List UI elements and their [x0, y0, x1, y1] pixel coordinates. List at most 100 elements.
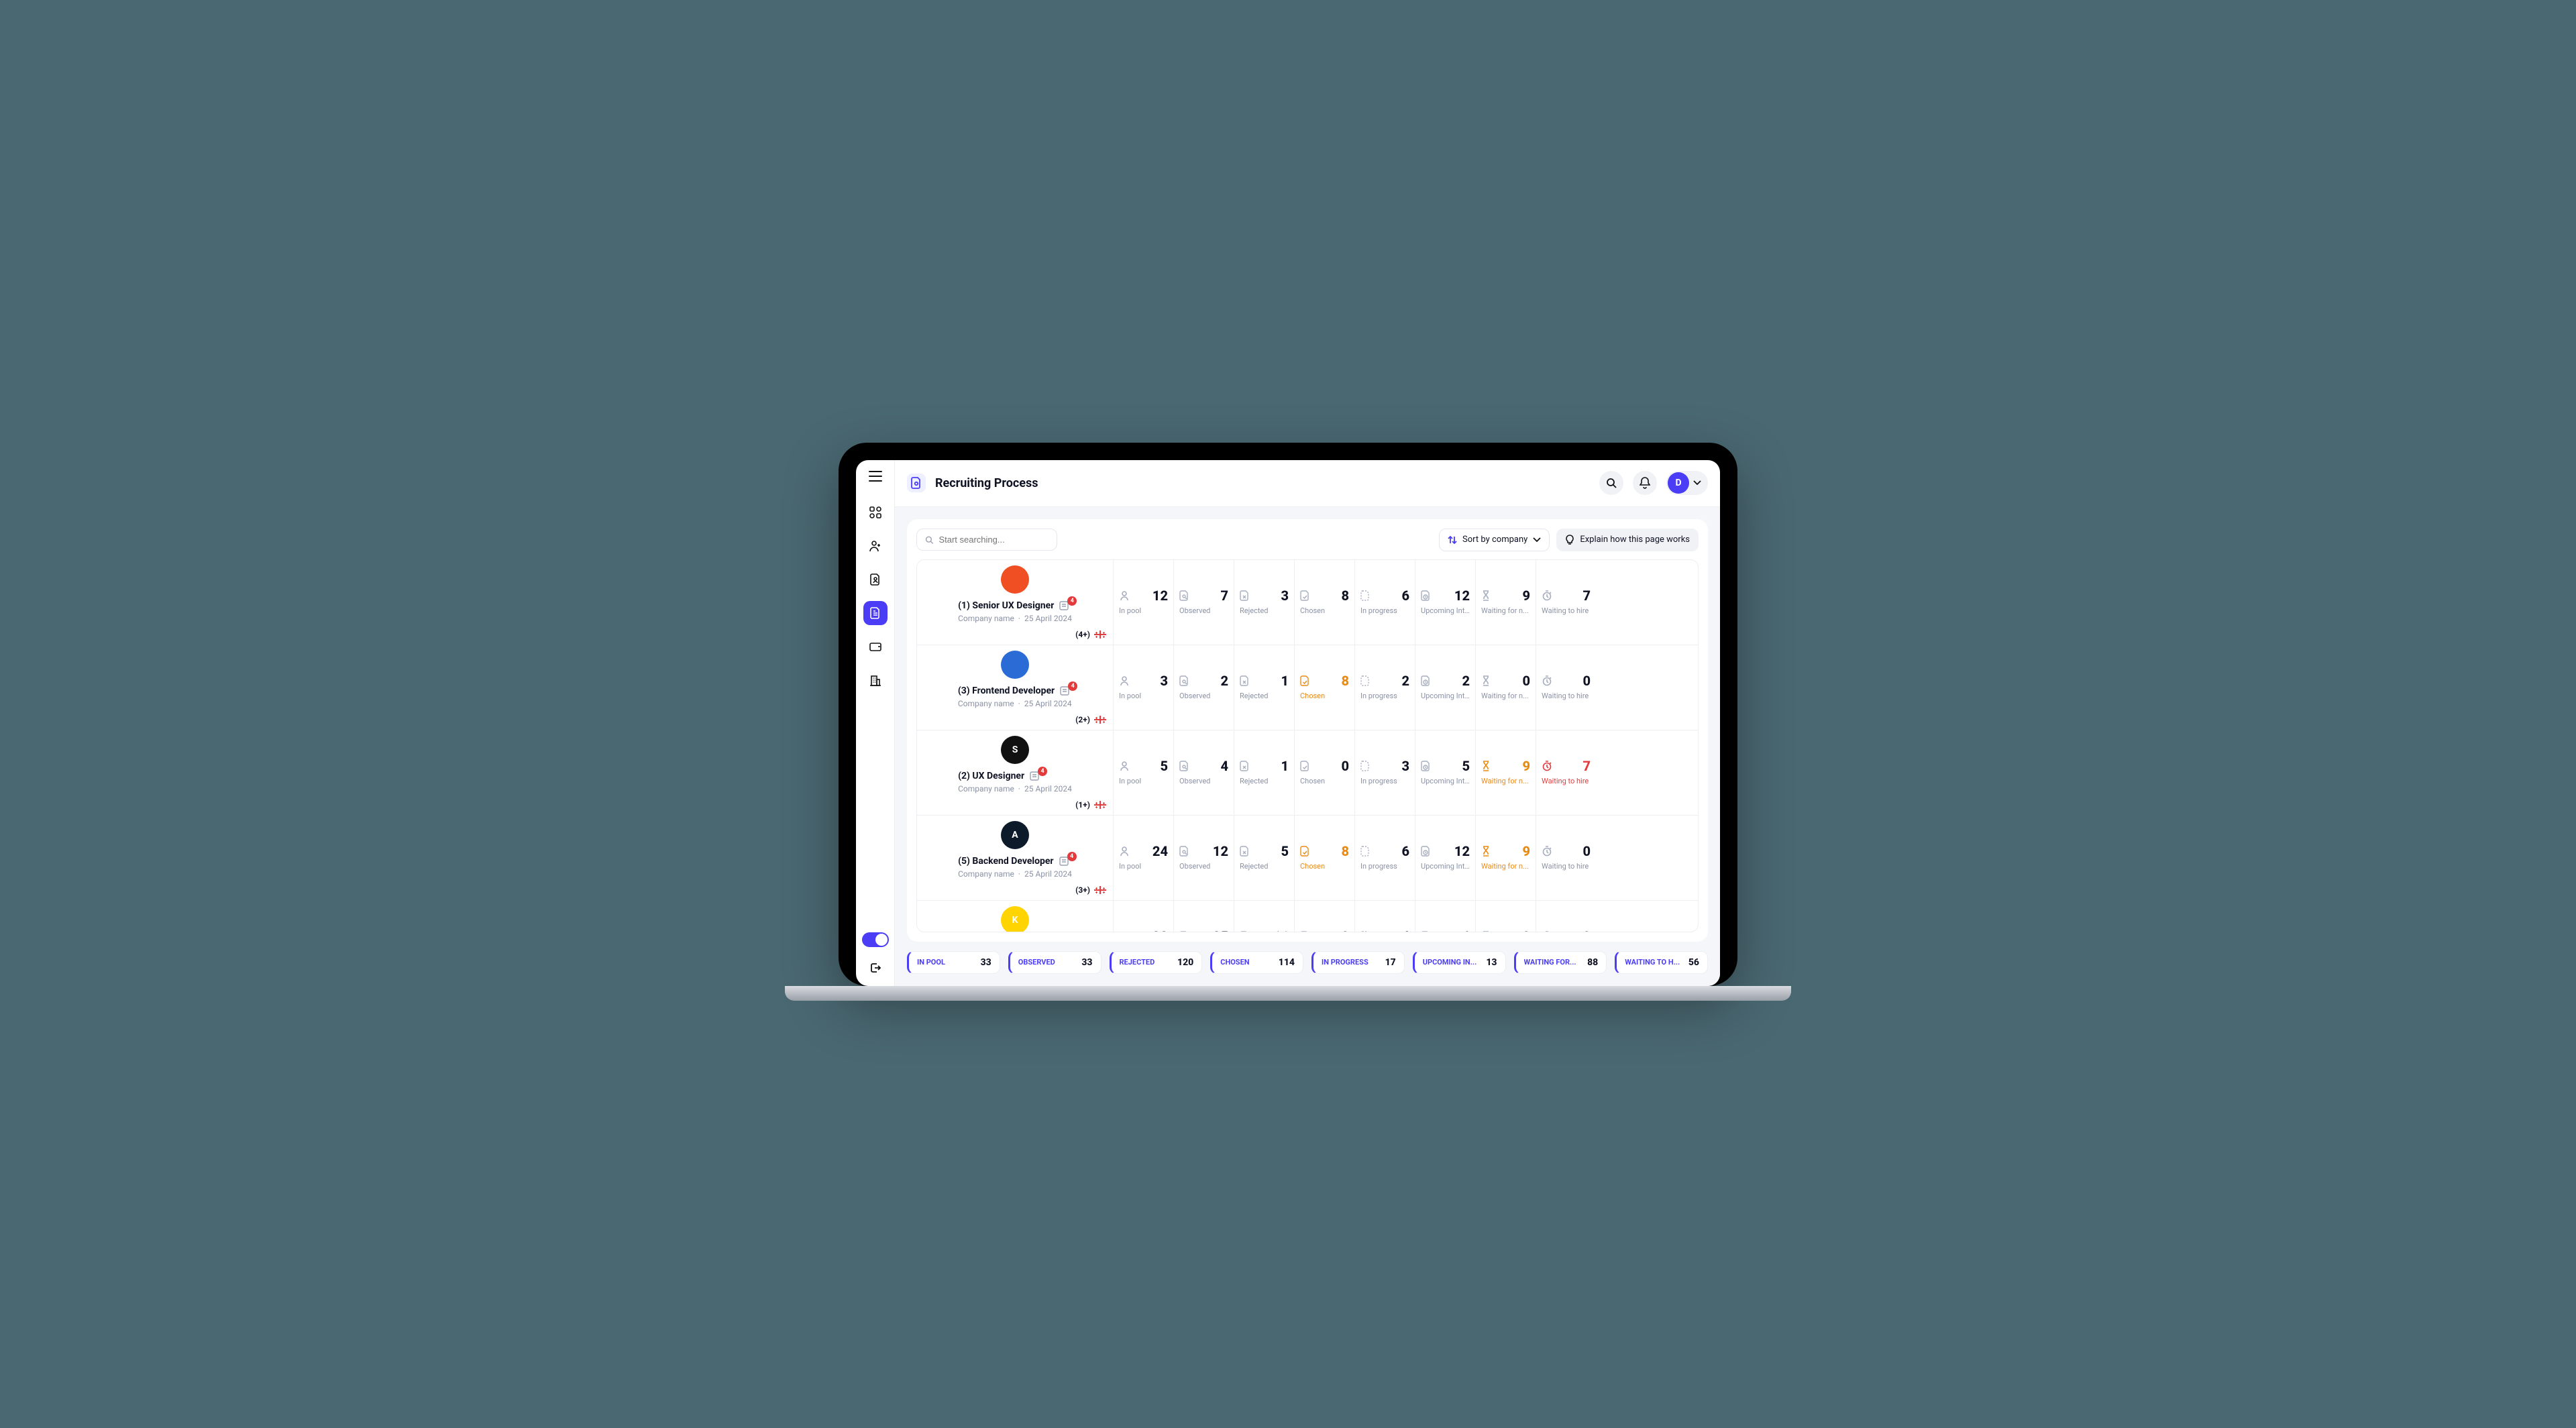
status-cell[interactable]: 3 Rejected	[1234, 560, 1294, 645]
status-cell[interactable]: 12 Observed	[1173, 816, 1234, 900]
status-icon	[1300, 675, 1309, 686]
notes-icon[interactable]: 4	[1030, 771, 1042, 781]
status-count: 7	[1220, 588, 1228, 604]
status-cell[interactable]: 4 In progress	[1354, 901, 1415, 932]
status-cell[interactable]: 0 Waiting to hire	[1536, 816, 1596, 900]
footer-stat[interactable]: REJECTED120	[1110, 951, 1203, 974]
sort-label: Sort by company	[1462, 535, 1527, 545]
search-input[interactable]	[938, 535, 1049, 545]
sort-icon	[1448, 535, 1457, 545]
status-cell[interactable]: 3 In pool	[1113, 645, 1173, 730]
status-cell[interactable]: 5 Upcoming Int...	[1415, 730, 1475, 815]
footer-stat[interactable]: WAITING FOR...88	[1514, 951, 1607, 974]
status-cell[interactable]: 7 Waiting to hire	[1536, 730, 1596, 815]
status-cell[interactable]: 6 In progress	[1354, 560, 1415, 645]
company-logo: A	[1001, 821, 1029, 849]
notes-icon[interactable]: 4	[1059, 857, 1071, 866]
table-row[interactable]: K (3) Fullstack Developer 4 Company name…	[917, 901, 1698, 932]
status-cell[interactable]: 6 In progress	[1354, 816, 1415, 900]
footer-stat[interactable]: UPCOMING IN...13	[1413, 951, 1506, 974]
status-cell[interactable]: 9 Waiting for n...	[1475, 730, 1536, 815]
status-cell[interactable]: 12 Upcoming Int...	[1415, 816, 1475, 900]
status-label: Waiting for n...	[1481, 692, 1530, 700]
notes-icon[interactable]: 4	[1059, 601, 1071, 610]
status-label: Upcoming Int...	[1421, 777, 1470, 785]
explain-button[interactable]: Explain how this page works	[1556, 529, 1699, 551]
status-cell[interactable]: 0 Chosen	[1294, 730, 1354, 815]
status-cell[interactable]: 6 Upcoming Int...	[1415, 901, 1475, 932]
status-icon	[1179, 846, 1189, 857]
status-icon	[1481, 675, 1491, 686]
assignees-count[interactable]: (3+)	[1075, 885, 1090, 895]
search-input-wrap[interactable]	[916, 529, 1057, 551]
footer-stat[interactable]: OBSERVED33	[1008, 951, 1102, 974]
status-cell[interactable]: 5 In pool	[1113, 730, 1173, 815]
status-cell[interactable]: 3 In progress	[1354, 730, 1415, 815]
status-cell[interactable]: 33 In pool	[1113, 901, 1173, 932]
status-label: In progress	[1360, 777, 1409, 785]
table-row[interactable]: S (2) UX Designer 4 Company name·25 Apri…	[917, 730, 1698, 816]
status-cell[interactable]: 25 Observed	[1173, 901, 1234, 932]
nav-dashboard[interactable]	[863, 500, 888, 525]
status-cell[interactable]: 2 In progress	[1354, 645, 1415, 730]
status-cell[interactable]: 9 Waiting for n...	[1475, 560, 1536, 645]
status-cell[interactable]: 0 Waiting for n...	[1475, 901, 1536, 932]
nav-jobs[interactable]	[863, 567, 888, 592]
assignees-count[interactable]: (1+)	[1075, 800, 1090, 810]
footer-label: IN PROGRESS	[1322, 958, 1368, 967]
status-cell[interactable]: 7 Observed	[1173, 560, 1234, 645]
sort-dropdown[interactable]: Sort by company	[1439, 529, 1550, 551]
status-cell[interactable]: 2 Observed	[1173, 645, 1234, 730]
status-cell[interactable]: 7 Waiting to hire	[1536, 560, 1596, 645]
status-cell[interactable]: 8 Chosen	[1294, 816, 1354, 900]
job-title: (1) Senior UX Designer 4	[958, 600, 1072, 611]
nav-recruiting[interactable]	[863, 601, 888, 625]
table-row[interactable]: (1) Senior UX Designer 4 Company name·25…	[917, 560, 1698, 645]
global-search-button[interactable]	[1599, 471, 1623, 495]
status-cell[interactable]: 9 Waiting for n...	[1475, 816, 1536, 900]
footer-stat[interactable]: IN POOL33	[907, 951, 1000, 974]
status-count: 9	[1522, 843, 1530, 859]
assignees-count[interactable]: (4+)	[1075, 630, 1090, 639]
menu-icon[interactable]	[869, 471, 882, 482]
status-cell[interactable]: 8 Chosen	[1294, 560, 1354, 645]
footer-stat[interactable]: IN PROGRESS17	[1311, 951, 1405, 974]
status-cell[interactable]: 11 Rejected	[1234, 901, 1294, 932]
status-cell[interactable]: 2 Upcoming Int...	[1415, 645, 1475, 730]
footer-label: WAITING TO H...	[1625, 958, 1680, 967]
status-cell[interactable]: 0 Waiting for n...	[1475, 645, 1536, 730]
logout-icon[interactable]	[869, 962, 881, 974]
footer-stat[interactable]: CHOSEN114	[1210, 951, 1303, 974]
status-cell[interactable]: 0 Chosen	[1294, 901, 1354, 932]
status-icon	[1300, 846, 1309, 857]
user-menu[interactable]: D	[1666, 471, 1708, 495]
nav-company[interactable]	[863, 668, 888, 692]
status-cell[interactable]: 5 Rejected	[1234, 816, 1294, 900]
table-row[interactable]: (3) Frontend Developer 4 Company name·25…	[917, 645, 1698, 730]
status-cell[interactable]: 0 Waiting to hire	[1536, 645, 1596, 730]
nav-candidates[interactable]	[863, 534, 888, 558]
footer-value: 33	[981, 957, 991, 968]
company-logo: S	[1001, 736, 1029, 764]
status-cell[interactable]: 8 Chosen	[1294, 645, 1354, 730]
page-title: Recruiting Process	[935, 476, 1038, 490]
assignees-count[interactable]: (2+)	[1075, 715, 1090, 724]
notifications-button[interactable]	[1633, 471, 1657, 495]
footer-value: 13	[1486, 957, 1497, 968]
status-cell[interactable]: 4 Observed	[1173, 730, 1234, 815]
status-cell[interactable]: 0 Waiting to hire	[1536, 901, 1596, 932]
status-icon	[1300, 590, 1309, 601]
theme-toggle[interactable]	[862, 932, 889, 947]
status-icon	[1240, 931, 1249, 932]
status-cell[interactable]: 24 In pool	[1113, 816, 1173, 900]
jobs-table[interactable]: (1) Senior UX Designer 4 Company name·25…	[916, 559, 1699, 932]
status-cell[interactable]: 12 Upcoming Int...	[1415, 560, 1475, 645]
notes-icon[interactable]: 4	[1060, 686, 1072, 696]
status-cell[interactable]: 12 In pool	[1113, 560, 1173, 645]
table-row[interactable]: A (5) Backend Developer 4 Company name·2…	[917, 816, 1698, 901]
nav-billing[interactable]	[863, 635, 888, 659]
footer-stat[interactable]: WAITING TO H...56	[1615, 951, 1708, 974]
chevron-down-icon	[1693, 480, 1701, 486]
status-cell[interactable]: 1 Rejected	[1234, 645, 1294, 730]
status-cell[interactable]: 1 Rejected	[1234, 730, 1294, 815]
